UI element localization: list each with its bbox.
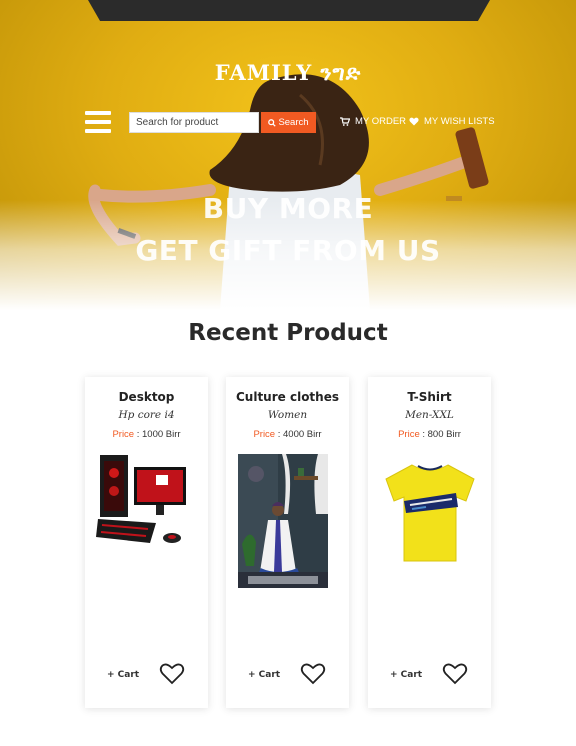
product-name: Desktop xyxy=(118,390,175,404)
product-card[interactable]: Culture clothes Women Price : 4000 Birr … xyxy=(226,377,349,708)
yellow-tshirt-image[interactable] xyxy=(382,461,478,565)
product-card[interactable]: T-Shirt Men-XXL Price : 800 Birr + Cart xyxy=(368,377,491,708)
search-icon xyxy=(268,118,277,127)
hamburger-menu-icon[interactable] xyxy=(85,111,111,133)
add-to-cart-button[interactable]: + Cart xyxy=(107,670,139,680)
heart-icon xyxy=(409,117,419,126)
wishlist-heart-icon[interactable] xyxy=(159,662,185,686)
product-name: T-Shirt xyxy=(407,390,452,404)
product-name: Culture clothes xyxy=(235,390,339,404)
traditional-dress-image[interactable] xyxy=(238,454,328,588)
price-label: Price xyxy=(398,429,420,440)
product-price: Price : 800 Birr xyxy=(368,429,491,440)
product-price: Price : 1000 Birr xyxy=(85,429,208,440)
wish-lists-label: MY WISH LISTS xyxy=(424,116,495,127)
top-bar xyxy=(88,0,490,21)
section-title: Recent Product xyxy=(188,320,388,346)
cart-icon xyxy=(340,117,350,126)
search-input[interactable] xyxy=(129,112,259,133)
product-price: Price : 4000 Birr xyxy=(226,429,349,440)
add-to-cart-button[interactable]: + Cart xyxy=(248,670,280,680)
product-subtitle: Women xyxy=(267,409,308,421)
add-to-cart-button[interactable]: + Cart xyxy=(390,670,422,680)
hero-banner: FAMILY ንግድ Search MY ORDER MY WISH LISTS… xyxy=(0,0,576,310)
product-subtitle: Men-XXL xyxy=(405,409,454,421)
search-button-label: Search xyxy=(278,117,309,128)
wishlist-heart-icon[interactable] xyxy=(300,662,326,686)
desktop-computer-image[interactable] xyxy=(96,453,188,553)
price-label: Price xyxy=(253,429,276,440)
hero-headline-1: BUY MORE xyxy=(202,192,374,225)
wish-lists-link[interactable]: MY WISH LISTS xyxy=(409,116,495,127)
product-subtitle: Hp core i4 xyxy=(118,409,175,421)
brand-logo[interactable]: FAMILY ንግድ xyxy=(0,60,576,86)
product-card[interactable]: Desktop Hp core i4 Price : 1000 Birr + C… xyxy=(85,377,208,708)
my-order-link[interactable]: MY ORDER xyxy=(340,116,406,127)
price-value: : 1000 Birr xyxy=(136,429,181,440)
price-value: : 800 Birr xyxy=(422,429,461,440)
price-value: : 4000 Birr xyxy=(277,429,322,440)
hero-headline-2: GET GIFT FROM US xyxy=(135,234,441,267)
wishlist-heart-icon[interactable] xyxy=(442,662,468,686)
my-order-label: MY ORDER xyxy=(355,116,407,127)
search-button[interactable]: Search xyxy=(261,112,316,133)
price-label: Price xyxy=(112,429,135,440)
